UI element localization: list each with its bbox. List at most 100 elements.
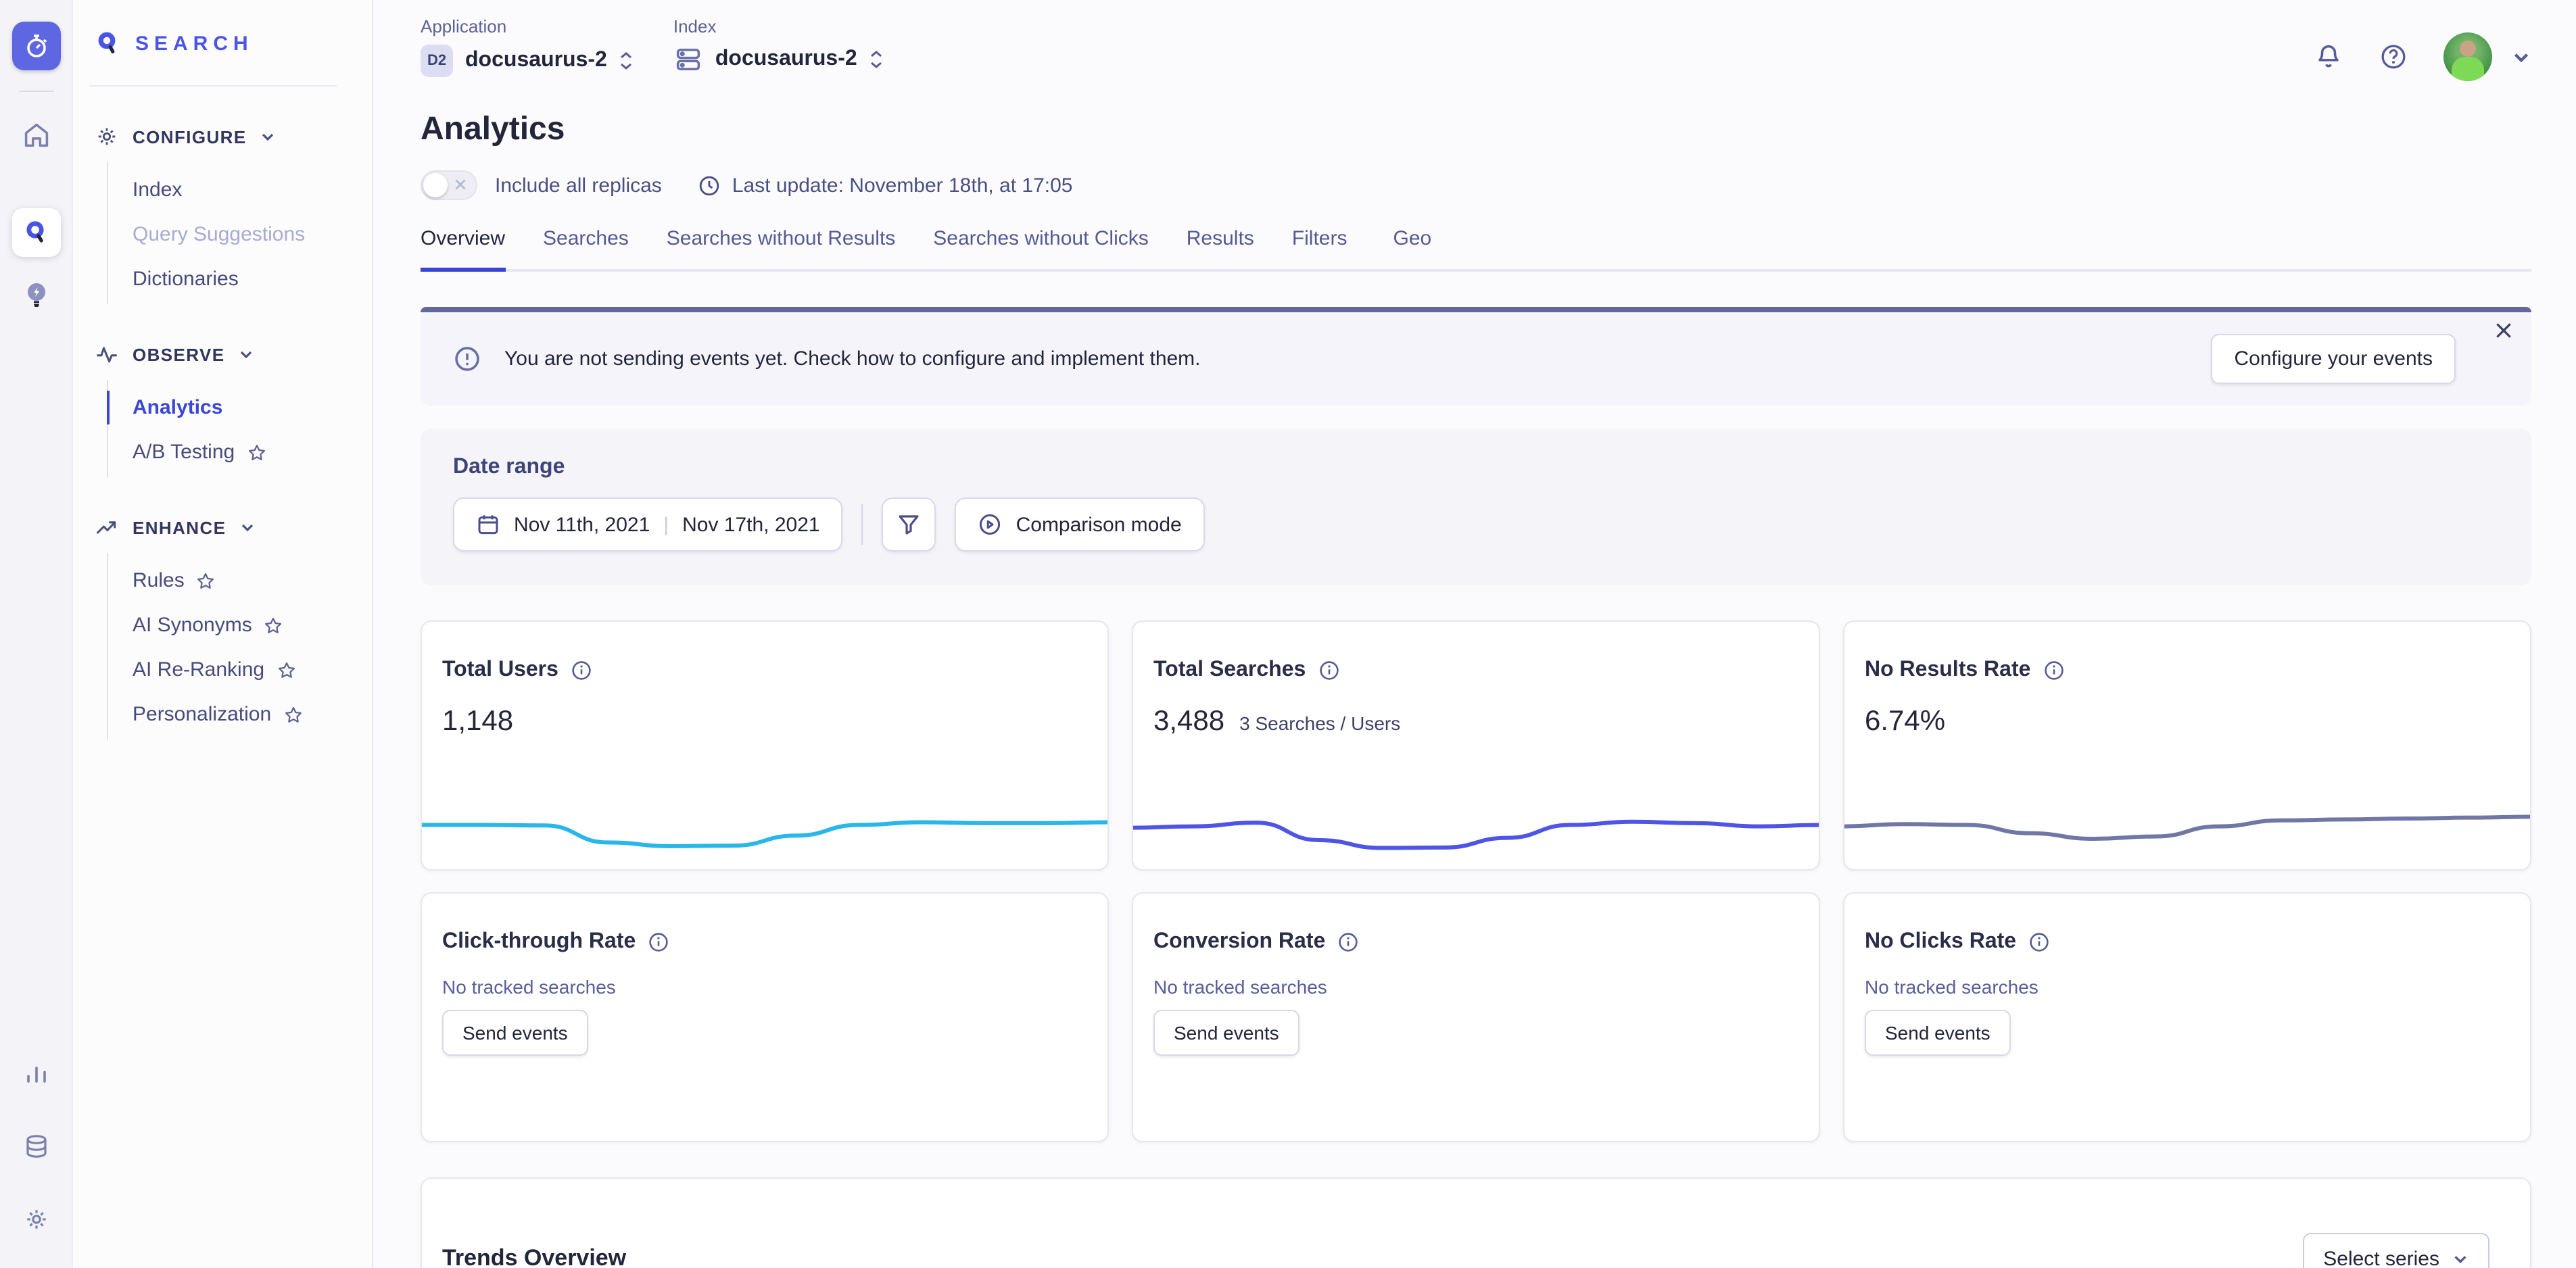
section-header-enhance[interactable]: ENHANCE <box>95 507 372 547</box>
sidebar-item-label: Index <box>133 178 182 201</box>
date-range-label: Date range <box>453 456 2499 480</box>
application-label: Application <box>421 16 633 36</box>
sidebar-nav: CONFIGURE Index Query Suggestions Dictio… <box>73 87 372 769</box>
date-range-panel: Date range Nov 11th, 2021 | Nov 17th, 20… <box>421 429 2531 585</box>
section-header-configure[interactable]: CONFIGURE <box>95 116 372 157</box>
search-logo[interactable]: SEARCH <box>73 0 372 85</box>
tab-bar: Overview Searches Searches without Resul… <box>421 227 2531 272</box>
info-icon[interactable] <box>648 931 669 953</box>
sidebar-item-ab-testing[interactable]: A/B Testing <box>108 430 372 474</box>
section-observe: OBSERVE Analytics A/B Testing <box>95 334 372 477</box>
settings-gear-icon[interactable] <box>11 1195 60 1244</box>
section-enhance: ENHANCE Rules AI Synonyms AI Re-Ranking <box>95 507 372 739</box>
card-total-searches: Total Searches 3,488 3 Searches / Users <box>1132 620 1820 871</box>
star-icon[interactable] <box>283 705 302 724</box>
section-header-observe[interactable]: OBSERVE <box>95 334 372 374</box>
app-switcher-timer-icon[interactable] <box>11 22 60 70</box>
trends-title: Trends Overview <box>442 1196 626 1268</box>
info-icon[interactable] <box>1318 660 1339 681</box>
user-avatar[interactable] <box>2443 32 2492 81</box>
comparison-mode-button[interactable]: Comparison mode <box>955 497 1205 552</box>
star-icon[interactable] <box>277 660 295 679</box>
search-product-icon[interactable] <box>11 208 60 257</box>
chevron-down-icon <box>260 128 277 145</box>
tab-searches-without-results[interactable]: Searches without Results <box>667 227 896 272</box>
card-no-clicks-rate: No Clicks Rate No tracked searches Send … <box>1843 892 2531 1142</box>
gear-icon <box>95 124 119 149</box>
empty-state-text: No tracked searches <box>1865 976 2510 998</box>
card-conversion-rate: Conversion Rate No tracked searches Send… <box>1132 892 1820 1142</box>
sidebar-item-personalization[interactable]: Personalization <box>108 692 372 737</box>
application-badge: D2 <box>421 45 453 77</box>
notifications-bell-icon[interactable] <box>2314 42 2343 72</box>
date-range-controls: Nov 11th, 2021 | Nov 17th, 2021 Comparis… <box>453 497 2499 552</box>
send-events-button[interactable]: Send events <box>1153 1010 1299 1056</box>
rail-divider <box>18 91 53 92</box>
analytics-bars-icon[interactable] <box>11 1049 60 1098</box>
sparkline-total-users <box>421 799 1109 858</box>
tab-results[interactable]: Results <box>1187 227 1254 272</box>
main-content: Application D2 docusaurus-2 Index docusa… <box>373 0 2576 1268</box>
date-range-picker[interactable]: Nov 11th, 2021 | Nov 17th, 2021 <box>453 497 843 552</box>
filter-button[interactable] <box>882 497 936 552</box>
suggestions-bulb-icon[interactable] <box>11 270 60 319</box>
home-icon[interactable] <box>11 111 60 160</box>
index-stack-icon <box>673 45 703 74</box>
index-stepper-icon[interactable] <box>869 50 883 69</box>
metric-cards-grid: Total Users 1,148 Total Searches 3,488 3… <box>421 620 2531 1142</box>
chevron-down-icon[interactable] <box>2511 47 2531 67</box>
sidebar-item-ai-re-ranking[interactable]: AI Re-Ranking <box>108 648 372 692</box>
clock-icon <box>698 174 721 197</box>
include-replicas-toggle[interactable] <box>421 170 477 200</box>
index-selector[interactable]: docusaurus-2 <box>673 45 883 74</box>
sidebar-item-ai-synonyms[interactable]: AI Synonyms <box>108 603 372 648</box>
star-icon[interactable] <box>247 443 266 462</box>
sidebar-item-rules[interactable]: Rules <box>108 558 372 603</box>
card-title: Click-through Rate <box>442 930 636 954</box>
tab-searches[interactable]: Searches <box>543 227 629 272</box>
search-logo-text: SEARCH <box>135 32 254 55</box>
date-range-end: Nov 17th, 2021 <box>682 513 820 536</box>
card-click-through-rate: Click-through Rate No tracked searches S… <box>421 892 1109 1142</box>
select-series-button[interactable]: Select series <box>2303 1232 2489 1268</box>
tab-searches-without-clicks[interactable]: Searches without Clicks <box>933 227 1148 272</box>
send-events-button[interactable]: Send events <box>1865 1010 2011 1056</box>
close-icon[interactable] <box>2494 320 2514 341</box>
sidebar-item-label: Query Suggestions <box>133 223 305 246</box>
sidebar-item-label: Analytics <box>133 396 222 419</box>
star-icon[interactable] <box>197 571 216 590</box>
events-banner: You are not sending events yet. Check ho… <box>421 307 2531 406</box>
stopwatch-icon <box>22 32 49 59</box>
section-items: Rules AI Synonyms AI Re-Ranking Personal… <box>107 553 372 739</box>
tab-filters[interactable]: Filters <box>1292 227 1347 272</box>
info-icon[interactable] <box>1337 931 1359 953</box>
info-icon[interactable] <box>2028 931 2050 953</box>
configure-events-button[interactable]: Configure your events <box>2212 334 2456 384</box>
card-no-results-rate: No Results Rate 6.74% <box>1843 620 2531 871</box>
icon-rail <box>0 0 73 1268</box>
sidebar-item-analytics[interactable]: Analytics <box>108 385 372 430</box>
sidebar-item-index[interactable]: Index <box>108 168 372 212</box>
sidebar-item-label: AI Synonyms <box>133 614 252 637</box>
help-icon[interactable] <box>2379 42 2408 72</box>
star-icon[interactable] <box>264 616 283 635</box>
application-selector[interactable]: D2 docusaurus-2 <box>421 45 633 77</box>
user-menu[interactable] <box>2443 32 2531 81</box>
empty-state-text: No tracked searches <box>442 976 1087 998</box>
sidebar-item-query-suggestions[interactable]: Query Suggestions <box>108 212 372 257</box>
send-events-button[interactable]: Send events <box>442 1010 588 1056</box>
info-icon[interactable] <box>2043 660 2064 681</box>
sparkline-no-results-rate <box>1843 799 2531 858</box>
rail-bottom-group <box>11 1049 60 1244</box>
sidebar-item-dictionaries[interactable]: Dictionaries <box>108 257 372 301</box>
card-title: Total Users <box>442 658 558 683</box>
sidebar-item-label: Personalization <box>133 703 271 726</box>
application-stepper-icon[interactable] <box>619 51 633 70</box>
section-configure: CONFIGURE Index Query Suggestions Dictio… <box>95 116 372 304</box>
tab-geo[interactable]: Geo <box>1393 227 1432 272</box>
chevron-down-icon <box>239 519 256 535</box>
info-icon[interactable] <box>571 660 592 681</box>
database-icon[interactable] <box>11 1122 60 1171</box>
card-total-users: Total Users 1,148 <box>421 620 1109 871</box>
tab-overview[interactable]: Overview <box>421 227 505 272</box>
